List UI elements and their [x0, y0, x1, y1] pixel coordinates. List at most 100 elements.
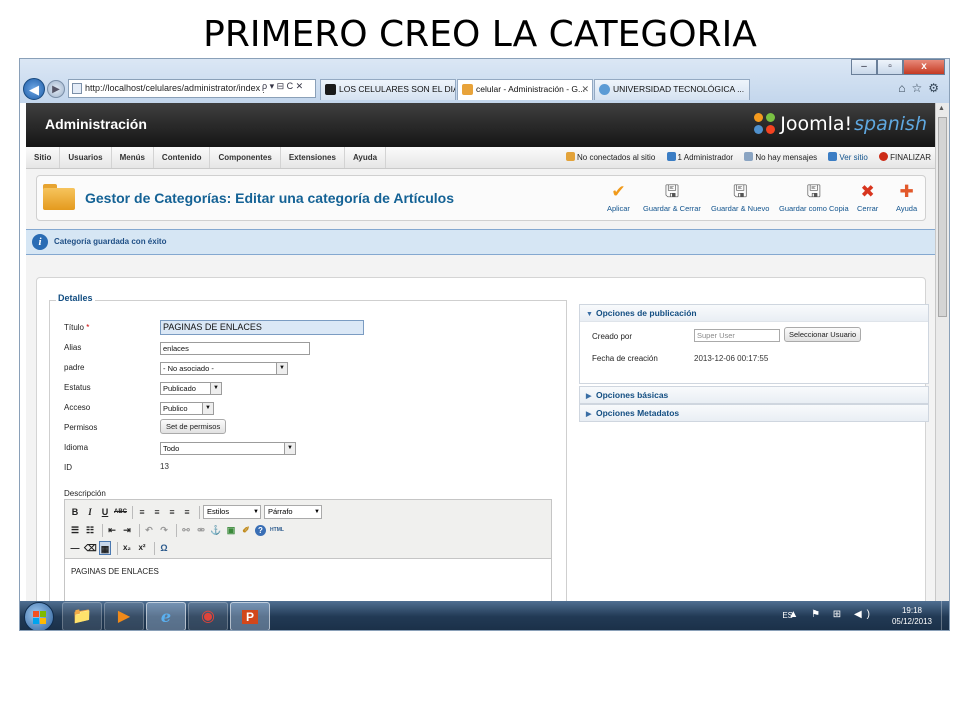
- help-editor-icon[interactable]: ?: [255, 524, 266, 536]
- parent-select[interactable]: - No asociado - ▼: [160, 362, 288, 375]
- menu-usuarios[interactable]: Usuarios: [60, 147, 112, 168]
- id-label: ID: [64, 463, 72, 472]
- menu-componentes[interactable]: Componentes: [210, 147, 281, 168]
- align-left-icon[interactable]: ≡: [136, 505, 148, 519]
- window-close-button[interactable]: x: [903, 59, 945, 75]
- back-button[interactable]: ◀: [23, 78, 45, 100]
- publishing-options-header[interactable]: ▼ Opciones de publicación: [580, 305, 928, 321]
- editor-content-area[interactable]: PAGINAS DE ENLACES: [65, 558, 551, 601]
- link-icon[interactable]: ⚯: [180, 523, 192, 537]
- triangle-right-icon: ▶: [586, 393, 592, 400]
- address-tools[interactable]: ρ ▾ ⊟ C ✕: [260, 81, 306, 92]
- language-select[interactable]: Todo ▼: [160, 442, 296, 455]
- bullet-list-icon[interactable]: ☰: [69, 523, 81, 537]
- taskbar-chrome[interactable]: ◉: [188, 602, 228, 630]
- forward-button[interactable]: ▶: [47, 80, 65, 98]
- remove-format-icon[interactable]: ⌫: [84, 541, 97, 555]
- created-date-value: 2013-12-06 00:17:55: [694, 354, 769, 363]
- status-messages[interactable]: No hay mensajes: [744, 152, 817, 162]
- bold-button[interactable]: B: [69, 505, 81, 519]
- slide-title: PRIMERO CREO LA CATEGORIA: [203, 14, 757, 55]
- image-icon[interactable]: ▣: [225, 523, 237, 537]
- menu-menus[interactable]: Menús: [112, 147, 154, 168]
- minimize-button[interactable]: ‒: [851, 59, 877, 75]
- metadata-options-header[interactable]: ▶ Opciones Metadatos: [580, 405, 928, 421]
- menu-ayuda[interactable]: Ayuda: [345, 147, 387, 168]
- styles-select[interactable]: Estilos ▼: [203, 505, 261, 519]
- logout-link[interactable]: FINALIZAR: [879, 152, 931, 162]
- basic-options-header[interactable]: ▶ Opciones básicas: [580, 387, 928, 403]
- chevron-down-icon: ▼: [202, 403, 213, 414]
- visual-aid-icon[interactable]: ▦: [99, 541, 111, 555]
- menu-sitio[interactable]: Sitio: [26, 147, 61, 168]
- menu-extensiones[interactable]: Extensiones: [281, 147, 345, 168]
- special-char-icon[interactable]: Ω: [158, 541, 170, 555]
- help-button[interactable]: ✚ Ayuda: [896, 182, 917, 213]
- basic-options-panel[interactable]: ▶ Opciones básicas: [579, 386, 929, 404]
- align-justify-icon[interactable]: ≡: [181, 505, 193, 519]
- apply-button[interactable]: ✔ Aplicar: [607, 182, 630, 213]
- admin-title: Administración: [45, 116, 147, 132]
- permissions-button[interactable]: Set de permisos: [160, 419, 227, 434]
- save-close-button[interactable]: 🖫 Guardar & Cerrar: [643, 182, 701, 213]
- scroll-up-icon[interactable]: ▲: [938, 105, 945, 112]
- taskbar-internet-explorer[interactable]: e: [146, 602, 186, 630]
- save-copy-button[interactable]: 🖫 Guardar como Copia: [779, 182, 849, 213]
- format-select[interactable]: Párrafo ▼: [264, 505, 322, 519]
- undo-icon[interactable]: ↶: [143, 523, 155, 537]
- created-by-input[interactable]: Super User: [694, 329, 780, 342]
- align-center-icon[interactable]: ≡: [151, 505, 163, 519]
- italic-button[interactable]: I: [84, 505, 96, 519]
- tab-close-icon[interactable]: ✕: [581, 80, 589, 99]
- indent-icon[interactable]: ⇥: [121, 523, 133, 537]
- tab-universidad[interactable]: UNIVERSIDAD TECNOLÓGICA ...: [594, 79, 750, 100]
- menu-contenido[interactable]: Contenido: [154, 147, 211, 168]
- numbered-list-icon[interactable]: ☷: [84, 523, 96, 537]
- chrome-icon: ◉: [201, 608, 215, 625]
- media-player-icon: ▶: [117, 608, 131, 625]
- status-bar: No conectados al sitio 1 Administrador N…: [557, 147, 931, 168]
- status-select[interactable]: Publicado ▼: [160, 382, 222, 395]
- browser-tools-icons[interactable]: ⌂☆⚙: [898, 81, 945, 95]
- start-button[interactable]: [24, 602, 54, 630]
- info-icon: i: [32, 234, 48, 250]
- anchor-icon[interactable]: ⚓: [210, 523, 222, 537]
- taskbar-powerpoint[interactable]: P: [230, 602, 270, 630]
- visitors-icon: [566, 152, 576, 161]
- maximize-button[interactable]: ▫: [877, 59, 903, 75]
- page-scrollbar[interactable]: ▲: [935, 103, 949, 601]
- access-select[interactable]: Publico ▼: [160, 402, 214, 415]
- metadata-options-panel[interactable]: ▶ Opciones Metadatos: [579, 404, 929, 422]
- select-user-button[interactable]: Seleccionar Usuario: [784, 327, 862, 342]
- logo-word: Joomla!: [780, 113, 853, 135]
- redo-icon[interactable]: ↷: [158, 523, 170, 537]
- strikethrough-button[interactable]: ABC: [114, 505, 127, 519]
- taskbar-explorer[interactable]: 📁: [62, 602, 102, 630]
- address-url: http://localhost/celulares/administrator…: [85, 83, 268, 93]
- outdent-icon[interactable]: ⇤: [106, 523, 118, 537]
- subscript-icon[interactable]: x₂: [121, 541, 133, 555]
- tab-administracion[interactable]: celular - Administración - G... ✕: [457, 79, 593, 100]
- tab-celulares[interactable]: LOS CELULARES SON EL DIABLO: [320, 79, 456, 100]
- save-close-icon: 🖫: [664, 182, 680, 201]
- unlink-icon[interactable]: ⚮: [195, 523, 207, 537]
- view-site-link[interactable]: Ver sitio: [828, 152, 868, 162]
- tray-icons[interactable]: ▲ ⚑ ⊞ ◀): [788, 609, 875, 620]
- taskbar-media-player[interactable]: ▶: [104, 602, 144, 630]
- save-new-button[interactable]: 🖫 Guardar & Nuevo: [711, 182, 769, 213]
- horizontal-rule-icon[interactable]: —: [69, 541, 81, 555]
- underline-button[interactable]: U: [99, 505, 111, 519]
- clock[interactable]: 19:18 05/12/2013: [889, 605, 935, 627]
- close-button[interactable]: ✖ Cerrar: [857, 182, 878, 213]
- html-source-icon[interactable]: HTML: [269, 523, 285, 537]
- clock-date: 05/12/2013: [891, 617, 933, 626]
- cleanup-icon[interactable]: ✐: [240, 523, 252, 537]
- show-desktop-button[interactable]: [941, 601, 949, 630]
- superscript-icon[interactable]: x²: [136, 541, 148, 555]
- scrollbar-thumb[interactable]: [938, 117, 947, 317]
- alias-input[interactable]: enlaces: [160, 342, 310, 355]
- tab-label: UNIVERSIDAD TECNOLÓGICA ...: [613, 84, 745, 94]
- align-right-icon[interactable]: ≡: [166, 505, 178, 519]
- title-input[interactable]: PAGINAS DE ENLACES: [160, 320, 364, 335]
- check-icon: ✔: [611, 182, 626, 201]
